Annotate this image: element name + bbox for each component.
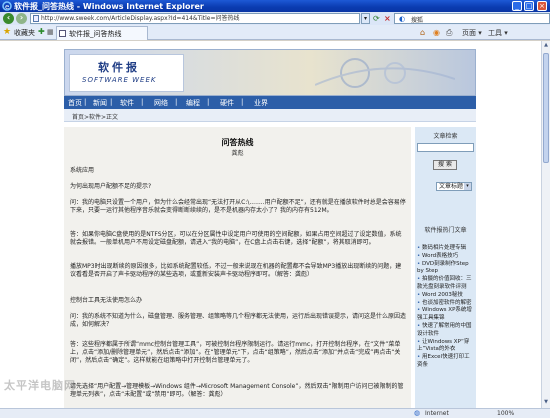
hot-articles-list: 数码相片处理专辑 Word表格技巧 DVD刻录制作Step by Step 拍摄… [417, 245, 475, 370]
list-item[interactable]: Windows XP系统增强工具集锦 [417, 307, 475, 323]
svg-text:e: e [5, 3, 9, 11]
nav-separator: | [84, 98, 87, 106]
answer-text: 请先选择“用户配置→管理模板→Windows 组件→Microsoft Mana… [70, 383, 404, 398]
breadcrumb[interactable]: 首页>软件>正文 [72, 112, 118, 121]
nav-item-industry[interactable]: 业界 [254, 98, 268, 108]
list-item[interactable]: 数码相片处理专辑 [417, 245, 475, 253]
security-zone: Internet [425, 410, 449, 417]
tab-page-icon [59, 30, 66, 37]
list-item[interactable]: DVD刻录制作Step by Step [417, 261, 475, 277]
feeds-icon[interactable]: ◉ [433, 28, 440, 37]
refresh-icon[interactable]: ⟳ [373, 14, 380, 23]
add-favorite-icon[interactable]: ✚ [38, 27, 45, 36]
favorites-label[interactable]: 收藏夹 [14, 28, 35, 38]
breadcrumb-bar: 首页>软件>正文 [64, 109, 476, 122]
address-dropdown-button[interactable]: ▾ [361, 13, 370, 24]
window-title: 软件报_问答热线 - Windows Internet Explorer [14, 2, 204, 11]
home-icon[interactable]: ⌂ [420, 28, 425, 37]
maximize-button[interactable]: □ [524, 1, 534, 11]
address-url: http://www.sweek.com/ArticleDisplay.aspx… [41, 15, 240, 22]
answer-text: 播放MP3时出现断续的原因很多，比如系统配置较低，不过一般来说现在机器的配置都不… [70, 263, 402, 278]
page-content: 软件报 SOFTWARE WEEK 首页 | 新闻 | 软件 | 网络 | 编程… [0, 41, 541, 408]
list-item[interactable]: 用Excel快速打印工资条 [417, 354, 475, 370]
answer-text: 答：这些程序都属于所谓“mmc控制台管理工具”，可被控制台程序限制运行。请运行m… [70, 341, 401, 364]
address-row: ‹ › http://www.sweek.com/ArticleDisplay.… [0, 12, 550, 25]
quick-tabs-icon[interactable]: ▦ [47, 28, 54, 36]
print-icon[interactable]: ⎙ [446, 28, 452, 38]
stop-icon[interactable]: × [384, 14, 391, 23]
question-heading: 为何出现用户配额不足的提示? [70, 183, 152, 190]
watermark: 太平洋电脑网 [4, 379, 76, 392]
nav-item-home[interactable]: 首页 [68, 98, 82, 108]
title-bar: e 软件报_问答热线 - Windows Internet Explorer _… [0, 0, 550, 12]
zoom-level[interactable]: 100% [497, 410, 514, 417]
nav-separator: | [110, 98, 113, 106]
article-author: 龚彪 [231, 150, 244, 157]
search-input[interactable]: ◐ 搜狐 [394, 13, 550, 24]
logo-chinese-text: 软件报 [98, 61, 140, 74]
search-provider-icon: ◐ [399, 15, 406, 23]
site-header: 软件报 SOFTWARE WEEK [64, 49, 476, 96]
nav-item-software[interactable]: 软件 [120, 98, 134, 108]
tab-article[interactable]: 软件报_问答热线 [56, 26, 148, 40]
list-item[interactable]: 让Windows XP“穿上”Vista的外衣 [417, 339, 475, 355]
hot-articles-title: 软件报热门文章 [424, 227, 467, 234]
search-field-select[interactable]: 文章标题 ▾ [436, 182, 472, 191]
browser-window: e 软件报_问答热线 - Windows Internet Explorer _… [0, 0, 550, 418]
list-item[interactable]: Word表格技巧 [417, 253, 475, 261]
section-heading: 系统应用 [70, 167, 95, 174]
tab-label: 软件报_问答热线 [69, 30, 122, 38]
ie-logo-icon: e [2, 1, 12, 11]
article-search-input[interactable] [417, 143, 474, 152]
favorites-star-icon[interactable]: ★ [3, 27, 11, 37]
search-button[interactable]: 搜 索 [433, 160, 457, 170]
chevron-down-icon: ▾ [464, 183, 471, 190]
globe-icon: ◍ [414, 409, 421, 417]
nav-separator: | [241, 98, 244, 106]
nav-separator: | [175, 98, 178, 106]
question-text: 问：我的电脑只设置一个用户，但为什么会经常出现“无法打开从C:\........… [70, 199, 406, 214]
page-menu[interactable]: 页面 ▾ [462, 28, 482, 38]
search-field-value: 文章标题 [439, 183, 464, 190]
minimize-button[interactable]: _ [512, 1, 522, 11]
scroll-down-icon[interactable]: ▼ [543, 399, 549, 407]
back-button[interactable]: ‹ [3, 13, 14, 24]
vertical-scrollbar[interactable]: ▲ ▼ [541, 41, 550, 408]
question-heading: 控制台工具无法使用怎么办 [70, 297, 143, 304]
list-item[interactable]: Word 2003秘技 [417, 292, 475, 300]
favorites-tab-row: ★ 收藏夹 ✚ ▦ 软件报_问答热线 ⌂ ◉ ⎙ 页面 ▾ 工具 ▾ [0, 25, 550, 40]
scrollbar-thumb[interactable] [543, 53, 549, 163]
nav-separator: | [141, 98, 144, 106]
tools-menu[interactable]: 工具 ▾ [488, 28, 508, 38]
nav-separator: | [207, 98, 210, 106]
forward-button[interactable]: › [16, 13, 27, 24]
page-icon [33, 15, 39, 22]
site-nav: 首页 | 新闻 | 软件 | 网络 | 编程 | 硬件 | 业界 [64, 96, 476, 109]
answer-text: 答：如果你电脑C盘使用的是NTFS分区，可以在分区属性中设定用户可使用的空间配额… [70, 231, 402, 246]
search-provider-label: 搜狐 [411, 17, 424, 24]
status-bar: ◍ Internet 100% [0, 408, 550, 418]
article-title: 问答热线 [221, 138, 254, 147]
sidebar: 文章检索 搜 索 文章标题 ▾ 软件报热门文章 数码相片处理专辑 Word表格技… [415, 127, 476, 408]
nav-item-news[interactable]: 新闻 [93, 98, 107, 108]
nav-item-network[interactable]: 网络 [154, 98, 168, 108]
address-bar[interactable]: http://www.sweek.com/ArticleDisplay.aspx… [30, 13, 360, 24]
article-search-title: 文章检索 [433, 133, 458, 140]
scroll-up-icon[interactable]: ▲ [543, 42, 549, 50]
list-item[interactable]: 拍摄的价值回收：三款光盘刻录软件评测 [417, 276, 475, 292]
site-logo[interactable]: 软件报 SOFTWARE WEEK [69, 54, 184, 92]
logo-english-text: SOFTWARE WEEK [82, 76, 157, 84]
nav-item-hardware[interactable]: 硬件 [220, 98, 234, 108]
question-text: 问：我的系统不知道为什么，磁盘管理、服务管理、组策略等几个程序都无法使用，运行后… [70, 313, 407, 328]
article-body: 问答热线 龚彪 系统应用 为何出现用户配额不足的提示? 问：我的电脑只设置一个用… [64, 127, 411, 408]
nav-item-programming[interactable]: 编程 [186, 98, 200, 108]
list-item[interactable]: 快速了解常用的中国设计软件 [417, 323, 475, 339]
close-button[interactable]: × [537, 1, 547, 11]
header-decoration-icon [315, 58, 455, 88]
